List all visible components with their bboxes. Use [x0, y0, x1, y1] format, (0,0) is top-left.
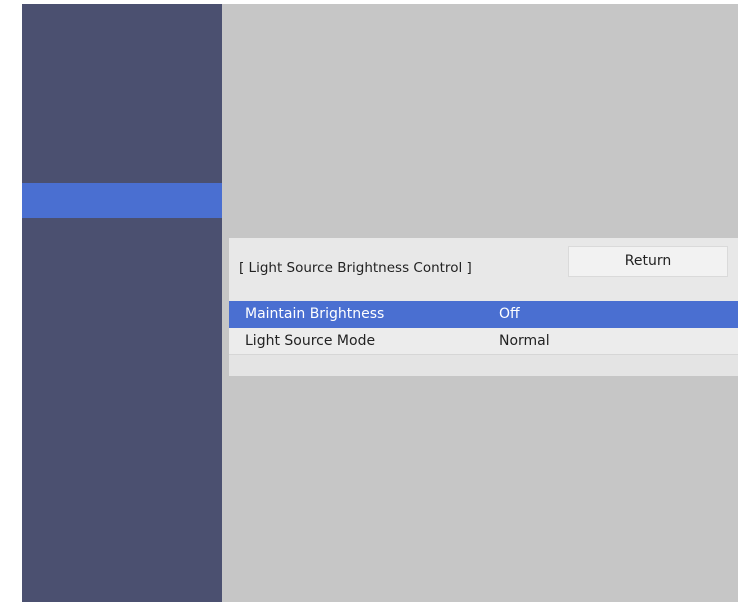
sidebar-item-selected[interactable]: [22, 183, 222, 218]
brightness-control-panel: [ Light Source Brightness Control ] Retu…: [229, 238, 738, 376]
sidebar-menu: [22, 4, 222, 602]
panel-footer: [229, 355, 738, 376]
setting-label: Light Source Mode: [245, 333, 376, 349]
panel-title: [ Light Source Brightness Control ]: [239, 260, 472, 276]
setting-row-light-source-mode[interactable]: Light Source Mode Normal: [229, 328, 738, 355]
projector-menu-screen: [ Light Source Brightness Control ] Retu…: [22, 4, 738, 602]
return-button[interactable]: Return: [568, 246, 728, 277]
setting-label: Maintain Brightness: [245, 306, 385, 322]
setting-row-maintain-brightness[interactable]: Maintain Brightness Off: [229, 301, 738, 328]
setting-value: Off: [499, 306, 520, 322]
panel-header: [ Light Source Brightness Control ] Retu…: [229, 238, 738, 294]
setting-value: Normal: [499, 333, 550, 349]
